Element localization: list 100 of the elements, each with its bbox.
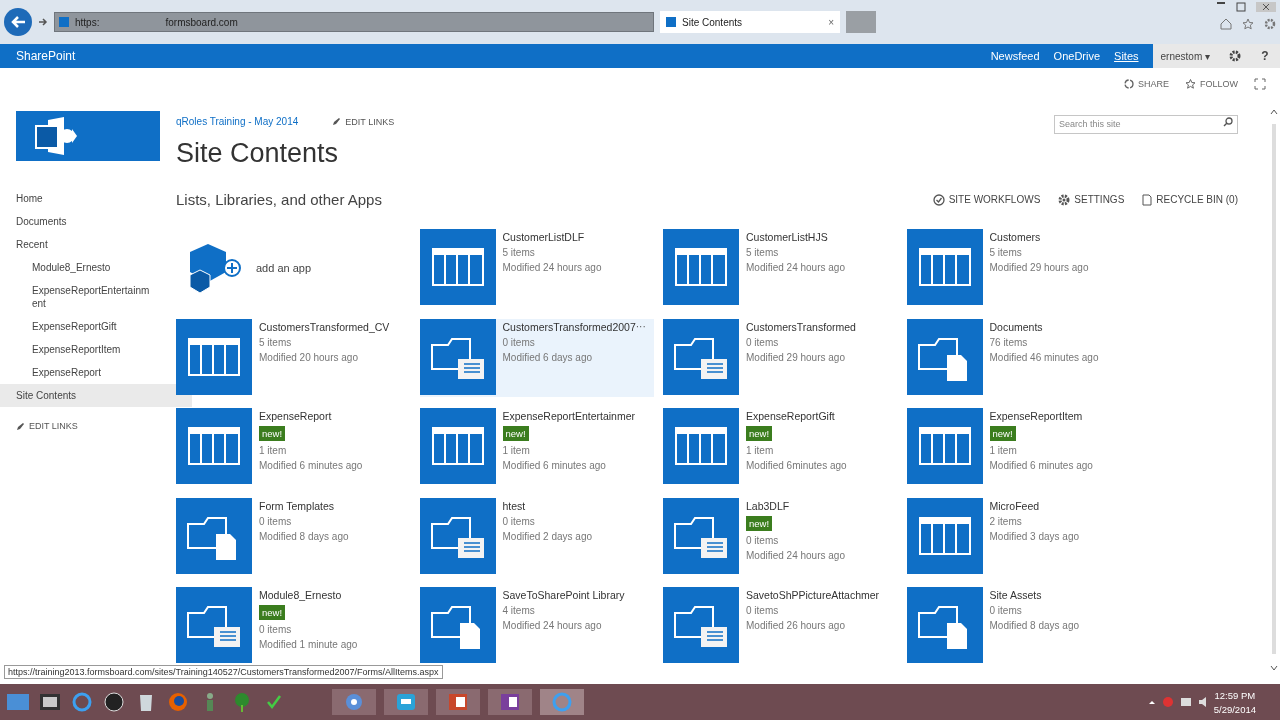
app-title[interactable]: Form Templates: [259, 499, 335, 512]
toolbar-link[interactable]: SITE WORKFLOWS: [932, 193, 1041, 206]
list-icon[interactable]: [419, 408, 496, 484]
folder-icon[interactable]: [419, 318, 496, 395]
nav-item[interactable]: ExpenseReport: [32, 361, 150, 384]
folder-icon[interactable]: [663, 587, 739, 663]
app-tile[interactable]: MicroFeed 2 items Modified 3 days ago: [906, 497, 1141, 576]
app-title[interactable]: Module8_Ernesto: [259, 589, 342, 601]
nav-item[interactable]: Home: [16, 187, 176, 210]
app-title[interactable]: SaveToSharePoint Library: [502, 589, 625, 601]
app-title[interactable]: Lab3DLF: [746, 499, 790, 512]
list-icon[interactable]: [906, 497, 983, 574]
app-tile[interactable]: CustomersTransformed2007··· 0 items Modified 6 days ago: [419, 318, 654, 397]
suite-link[interactable]: Sites: [1114, 50, 1139, 62]
list-icon[interactable]: [663, 408, 739, 484]
brand-name[interactable]: SharePoint: [16, 49, 76, 63]
address-bar[interactable]: https: formsboard.com: [54, 12, 654, 32]
app-tile[interactable]: SaveToSharePoint Library 4 items Modified 24 hours ago: [419, 587, 654, 665]
list-icon[interactable]: [663, 229, 739, 305]
list-icon[interactable]: [906, 229, 983, 305]
item-count: 5 items: [502, 247, 536, 258]
modified-time: Modified 24 hours ago: [746, 262, 846, 273]
list-icon[interactable]: [176, 408, 252, 484]
list-icon[interactable]: [906, 408, 983, 484]
close-tab-button[interactable]: ×: [828, 16, 834, 28]
nav-item[interactable]: Module8_Ernesto: [32, 256, 150, 279]
list-icon[interactable]: [176, 318, 252, 395]
app-tile[interactable]: Form Templates 0 items Modified 8 days ago: [176, 497, 410, 576]
app-title[interactable]: ExpenseReportEntertainmer: [502, 410, 635, 422]
app-tile[interactable]: Site Assets 0 items Modified 8 days ago: [906, 587, 1141, 665]
clock-app-icon[interactable]: [102, 689, 126, 715]
document-icon: [1142, 193, 1153, 206]
nav-item[interactable]: Site Contents: [0, 384, 192, 407]
nav-item[interactable]: ExpenseReportEntertainment: [32, 279, 150, 315]
app-tile[interactable]: Documents 76 items Modified 46 minutes ago: [906, 318, 1141, 397]
edit-links-link[interactable]: EDIT LINKS: [332, 116, 395, 127]
app-title[interactable]: ExpenseReportItem: [989, 410, 1083, 422]
app-title[interactable]: htest: [502, 499, 526, 512]
ribbon-action[interactable]: FOLLOW: [1185, 79, 1238, 89]
settings-icon: [1264, 18, 1276, 30]
presentation-app-icon[interactable]: [436, 689, 480, 715]
app-title[interactable]: CustomerListHJS: [746, 231, 828, 243]
folder-icon[interactable]: [419, 587, 496, 663]
app-title[interactable]: ExpenseReport: [259, 410, 332, 422]
app-tile[interactable]: ExpenseReportGift new! 1 item Modified 6minutes ago: [663, 408, 897, 486]
app-tile[interactable]: CustomersTransformed 0 items Modified 29 hours ago: [663, 318, 897, 397]
folder-icon[interactable]: [176, 587, 252, 663]
toolbar-link[interactable]: SETTINGS: [1058, 193, 1125, 206]
chat-app-icon[interactable]: [384, 689, 428, 715]
list-icon[interactable]: [419, 229, 496, 305]
app-tile[interactable]: SavetoShPPictureAttachmer 0 items Modified 26 hours ago: [663, 587, 897, 665]
nav-item[interactable]: ExpenseReportGift: [32, 315, 150, 338]
app-title[interactable]: CustomersTransformed2007: [502, 320, 636, 333]
ribbon-action[interactable]: SHARE: [1123, 79, 1169, 89]
app-tile[interactable]: Module8_Ernesto new! 0 items Modified 1 minute ago: [176, 587, 410, 665]
add-app-link[interactable]: add an app: [256, 262, 312, 274]
app-title[interactable]: Customers: [989, 231, 1041, 243]
user-menu[interactable]: ernestom ▾: [1152, 44, 1220, 68]
app-title[interactable]: Site Assets: [989, 589, 1042, 601]
app-title[interactable]: SavetoShPPictureAttachmer: [746, 589, 880, 601]
edit-links-link[interactable]: EDIT LINKS: [16, 421, 176, 431]
help-button[interactable]: ?: [1250, 44, 1280, 68]
nav-item[interactable]: ExpenseReportItem: [32, 338, 150, 361]
search-field[interactable]: Search this site: [1054, 114, 1238, 134]
folder-icon[interactable]: [906, 318, 983, 395]
app-tile[interactable]: Customers 5 items Modified 29 hours ago: [906, 229, 1141, 307]
folder-icon[interactable]: [663, 318, 739, 395]
modified-time: Modified 3 days ago: [989, 530, 1080, 542]
app-title[interactable]: CustomersTransformed: [746, 320, 856, 333]
app-tile[interactable]: ExpenseReportEntertainmer new! 1 item Modified 6 minutes ago: [419, 408, 654, 486]
app-title[interactable]: ExpenseReportGift: [746, 410, 835, 422]
app-title[interactable]: MicroFeed: [989, 499, 1040, 512]
site-logo[interactable]: [16, 111, 160, 161]
app-tile[interactable]: htest 0 items Modified 2 days ago: [419, 497, 654, 576]
network-icon: [1180, 698, 1191, 706]
nav-item[interactable]: Recent: [16, 233, 176, 256]
folder-icon[interactable]: [906, 587, 983, 663]
item-count: 0 items: [502, 336, 536, 348]
app-title[interactable]: CustomerListDLF: [502, 231, 585, 243]
app-title[interactable]: CustomersTransformed_CV: [259, 320, 390, 333]
more-button[interactable]: ···: [635, 321, 656, 332]
notes-app-icon[interactable]: [488, 689, 532, 715]
app-tile[interactable]: CustomerListDLF 5 items Modified 24 hours ago: [419, 229, 654, 307]
back-button[interactable]: [4, 8, 32, 36]
nav-item[interactable]: Documents: [16, 210, 176, 233]
suite-link[interactable]: Newsfeed: [990, 50, 1040, 62]
browser-tab[interactable]: Site Contents ×: [660, 11, 840, 33]
maximize-icon: [1236, 2, 1246, 12]
suite-link[interactable]: OneDrive: [1053, 50, 1101, 62]
app-title[interactable]: Documents: [989, 320, 1043, 333]
toolbar-link[interactable]: RECYCLE BIN (0): [1142, 193, 1238, 206]
modified-time: Modified 2 days ago: [502, 530, 593, 542]
folder-icon[interactable]: [663, 497, 739, 574]
app-tile[interactable]: ExpenseReportItem new! 1 item Modified 6 minutes ago: [906, 408, 1141, 486]
folder-icon[interactable]: [176, 497, 252, 574]
app-tile[interactable]: ExpenseReport new! 1 item Modified 6 minutes ago: [176, 408, 410, 486]
app-tile[interactable]: Lab3DLF new! 0 items Modified 24 hours ago: [663, 497, 897, 576]
folder-icon[interactable]: [419, 497, 496, 574]
app-tile[interactable]: CustomerListHJS 5 items Modified 24 hours ago: [663, 229, 897, 307]
site-link[interactable]: qRoles Training - May 2014: [176, 116, 299, 127]
